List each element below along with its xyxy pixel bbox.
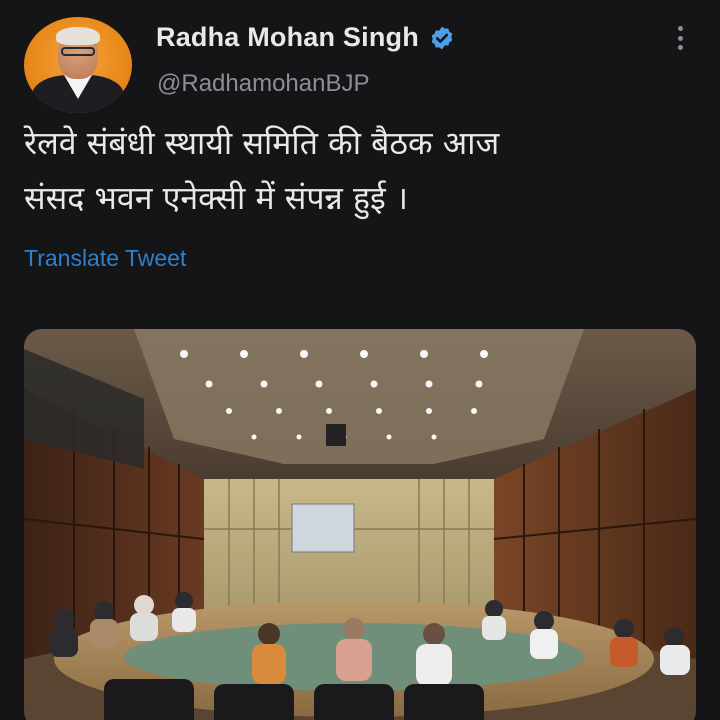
more-options-icon[interactable] [670, 22, 690, 54]
author-row: Radha Mohan Singh [156, 22, 455, 53]
verified-badge-icon [431, 26, 453, 49]
author-handle[interactable]: @RadhamohanBJP [157, 70, 369, 98]
avatar[interactable] [24, 17, 132, 113]
meeting-room-photo [24, 329, 696, 720]
avatar-hair [56, 27, 100, 45]
translate-tweet-link[interactable]: Translate Tweet [24, 245, 186, 272]
tweet-text: रेलवे संबंधी स्थायी समिति की बैठक आज संस… [24, 116, 704, 226]
author-name[interactable]: Radha Mohan Singh [156, 22, 419, 53]
tweet-text-line-1: रेलवे संबंधी स्थायी समिति की बैठक आज [24, 124, 500, 162]
avatar-glasses [61, 47, 95, 56]
tweet-text-line-2: संसद भवन एनेक्सी में संपन्न हुई । [24, 179, 408, 217]
tweet-media-photo[interactable] [24, 329, 696, 720]
